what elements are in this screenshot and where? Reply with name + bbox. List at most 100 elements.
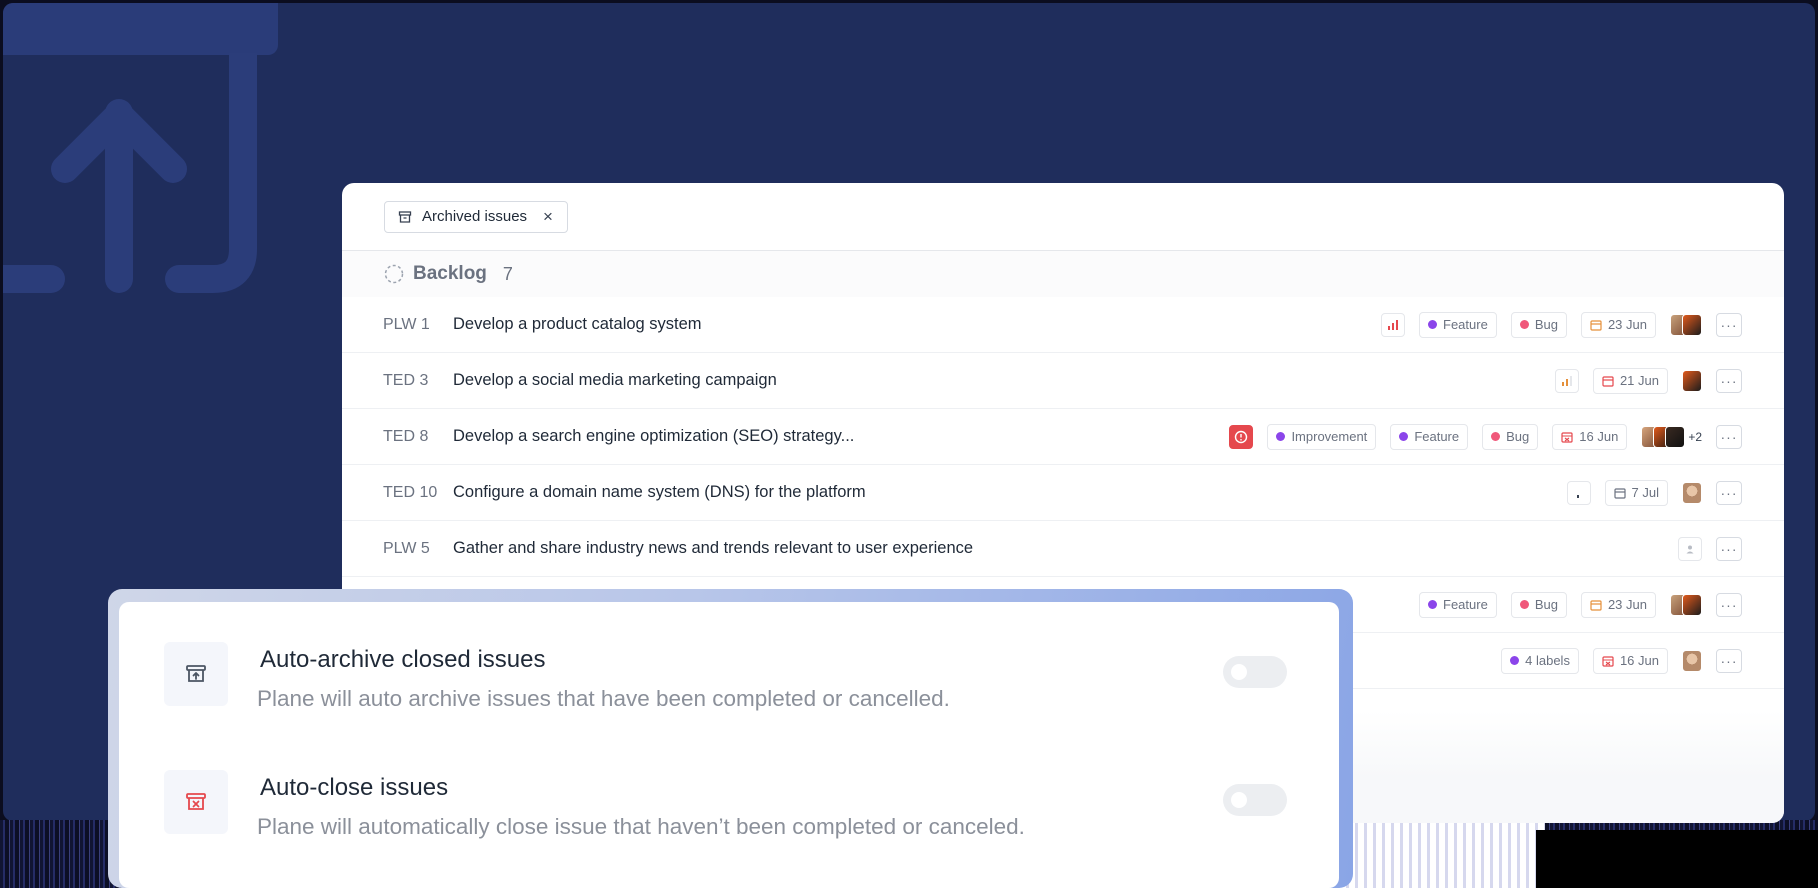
filter-chip-label: Archived issues (422, 208, 528, 225)
avatar (1682, 593, 1702, 616)
priority-medium-icon[interactable] (1554, 368, 1579, 393)
issue-key: TED 10 (383, 483, 438, 501)
assignee-avatars[interactable] (1682, 369, 1702, 392)
assignee-avatars[interactable]: +2 (1641, 425, 1702, 448)
archived-issues-filter-chip[interactable]: Archived issues × (384, 200, 568, 233)
more-options-button[interactable]: ··· (1716, 480, 1742, 505)
label-color-dot (1399, 432, 1409, 441)
priority-high-icon[interactable] (1381, 312, 1405, 337)
filter-toolbar: Archived issues × (342, 183, 1784, 251)
label-color-dot (1428, 600, 1437, 609)
issue-row[interactable]: TED 8 Develop a search engine optimizati… (342, 409, 1784, 465)
setting-title: Auto-close issues (260, 774, 449, 801)
calendar-icon (1590, 319, 1602, 331)
group-title: Backlog (413, 263, 487, 284)
issue-row[interactable]: TED 3 Develop a social media marketing c… (342, 353, 1784, 409)
issue-title[interactable]: Gather and share industry news and trend… (453, 539, 973, 558)
priority-low-icon[interactable] (1566, 480, 1591, 505)
label-bug[interactable]: Bug (1510, 591, 1567, 618)
assignee-avatars[interactable] (1682, 649, 1702, 672)
issue-properties: 21 Jun ··· (1554, 367, 1742, 394)
issue-title[interactable]: Configure a domain name system (DNS) for… (453, 483, 866, 502)
archive-icon (398, 210, 412, 223)
issue-properties: 4 labels 16 Jun ··· (1501, 647, 1742, 674)
label-bug[interactable]: Bug (1510, 311, 1567, 338)
background-noise-light (1325, 818, 1545, 888)
issue-row[interactable]: TED 10 Configure a domain name system (D… (342, 465, 1784, 521)
automation-settings-frame: Auto-archive closed issues Plane will au… (108, 589, 1353, 888)
label-color-dot (1519, 320, 1529, 329)
issue-key: TED 3 (383, 371, 429, 389)
more-options-button[interactable]: ··· (1716, 368, 1742, 393)
issue-title[interactable]: Develop a search engine optimization (SE… (453, 427, 854, 446)
issue-properties: 7 Jul ··· (1566, 479, 1742, 506)
label-color-dot (1491, 432, 1501, 441)
label-feature[interactable]: Feature (1419, 311, 1497, 338)
issue-key: PLW 5 (383, 539, 430, 557)
label-color-dot (1428, 320, 1437, 329)
assignee-avatars[interactable] (1670, 313, 1702, 336)
avatar (1665, 425, 1686, 448)
label-feature[interactable]: Feature (1419, 591, 1497, 618)
issue-properties: Improvement Feature Bug 16 Jun +2 ··· (1229, 423, 1742, 450)
assignee-avatars[interactable] (1682, 481, 1702, 504)
label-color-dot (1510, 656, 1520, 665)
label-color-dot (1276, 432, 1286, 441)
group-header-backlog[interactable]: Backlog 7 (342, 251, 1784, 297)
toggle-knob (1231, 792, 1247, 808)
label-feature[interactable]: Feature (1390, 423, 1469, 450)
setting-description: Plane will automatically close issue tha… (257, 814, 1025, 839)
auto-archive-setting: Auto-archive closed issues Plane will au… (119, 602, 1339, 730)
calendar-icon (1561, 431, 1573, 443)
avatar (1682, 369, 1702, 392)
issue-row[interactable]: PLW 1 Develop a product catalog system F… (342, 297, 1784, 353)
setting-title: Auto-archive closed issues (260, 646, 546, 673)
assignee-avatars[interactable] (1670, 593, 1702, 616)
due-date[interactable]: 7 Jul (1604, 479, 1668, 506)
close-box-icon (164, 770, 228, 834)
auto-close-toggle[interactable] (1223, 784, 1287, 816)
hero-decoration-bar (3, 3, 278, 55)
screenshot-stage: Archived issues × Backlog 7 PLW 1 Develo… (0, 0, 1818, 888)
close-icon[interactable]: × (543, 208, 553, 225)
more-options-button[interactable]: ··· (1716, 592, 1742, 617)
priority-urgent-icon[interactable] (1229, 424, 1254, 449)
due-date[interactable]: 21 Jun (1592, 367, 1668, 394)
issue-key: PLW 1 (383, 315, 430, 333)
calendar-icon (1602, 655, 1614, 667)
avatar (1682, 313, 1702, 336)
issue-title[interactable]: Develop a social media marketing campaig… (453, 371, 777, 390)
auto-close-setting: Auto-close issues Plane will automatical… (119, 730, 1339, 858)
due-date[interactable]: 23 Jun (1580, 591, 1656, 618)
issue-properties: Feature Bug 23 Jun ··· (1381, 311, 1742, 338)
avatar (1682, 481, 1702, 504)
more-options-button[interactable]: ··· (1716, 424, 1742, 449)
avatar-overflow-count: +2 (1688, 429, 1702, 444)
label-bug[interactable]: Bug (1482, 423, 1539, 450)
issue-row[interactable]: PLW 5 Gather and share industry news and… (342, 521, 1784, 577)
avatar (1682, 649, 1702, 672)
calendar-icon (1590, 599, 1602, 611)
automation-settings-card: Auto-archive closed issues Plane will au… (119, 602, 1339, 888)
due-date[interactable]: 23 Jun (1580, 311, 1656, 338)
setting-description: Plane will auto archive issues that have… (257, 686, 950, 711)
labels-summary[interactable]: 4 labels (1501, 647, 1579, 674)
archive-box-icon (164, 642, 228, 706)
backlog-status-icon (384, 264, 404, 284)
assign-user-icon[interactable] (1678, 536, 1702, 561)
due-date[interactable]: 16 Jun (1552, 423, 1628, 450)
auto-archive-toggle[interactable] (1223, 656, 1287, 688)
issue-properties: ··· (1678, 536, 1742, 561)
label-improvement[interactable]: Improvement (1267, 423, 1377, 450)
issue-title[interactable]: Develop a product catalog system (453, 315, 702, 334)
more-options-button[interactable]: ··· (1716, 648, 1742, 673)
group-count: 7 (502, 263, 513, 284)
more-options-button[interactable]: ··· (1716, 536, 1742, 561)
due-date[interactable]: 16 Jun (1592, 647, 1668, 674)
issue-key: TED 8 (383, 427, 429, 445)
upload-arrow-decoration-icon (3, 53, 257, 293)
background-black-area (1536, 830, 1818, 888)
label-color-dot (1519, 600, 1529, 609)
calendar-icon (1613, 487, 1626, 499)
more-options-button[interactable]: ··· (1716, 312, 1742, 337)
